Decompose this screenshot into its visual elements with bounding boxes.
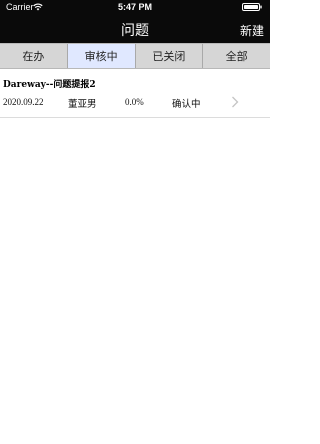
item-person: 董亚男 (68, 99, 97, 110)
new-button[interactable]: 新建 (240, 22, 264, 39)
issue-list: Dareway--问题提报2 2020.09.22 董亚男 0.0% 确认中 (0, 69, 270, 118)
chevron-right-icon (232, 96, 239, 108)
item-title: Dareway--问题提报2 (3, 80, 96, 90)
list-item[interactable]: Dareway--问题提报2 2020.09.22 董亚男 0.0% 确认中 (0, 69, 270, 118)
tab-in-progress[interactable]: 在办 (0, 44, 68, 68)
status-bar: Carrier 5:47 PM (0, 0, 270, 14)
battery-icon (242, 3, 262, 11)
item-date: 2020.09.22 (3, 97, 44, 107)
clock: 5:47 PM (117, 2, 152, 12)
tab-all[interactable]: 全部 (203, 44, 270, 68)
item-progress: 0.0% (125, 97, 144, 107)
screen: Carrier 5:47 PM 问题 新建 在办 审核中 已关闭 全部 Dare… (0, 0, 270, 444)
segmented-tabs: 在办 审核中 已关闭 全部 (0, 43, 270, 69)
tab-closed[interactable]: 已关闭 (136, 44, 204, 68)
tab-under-review[interactable]: 审核中 (67, 44, 136, 68)
page-title: 问题 (121, 23, 149, 39)
item-status: 确认中 (172, 99, 201, 110)
top-bar: Carrier 5:47 PM 问题 新建 (0, 0, 270, 43)
